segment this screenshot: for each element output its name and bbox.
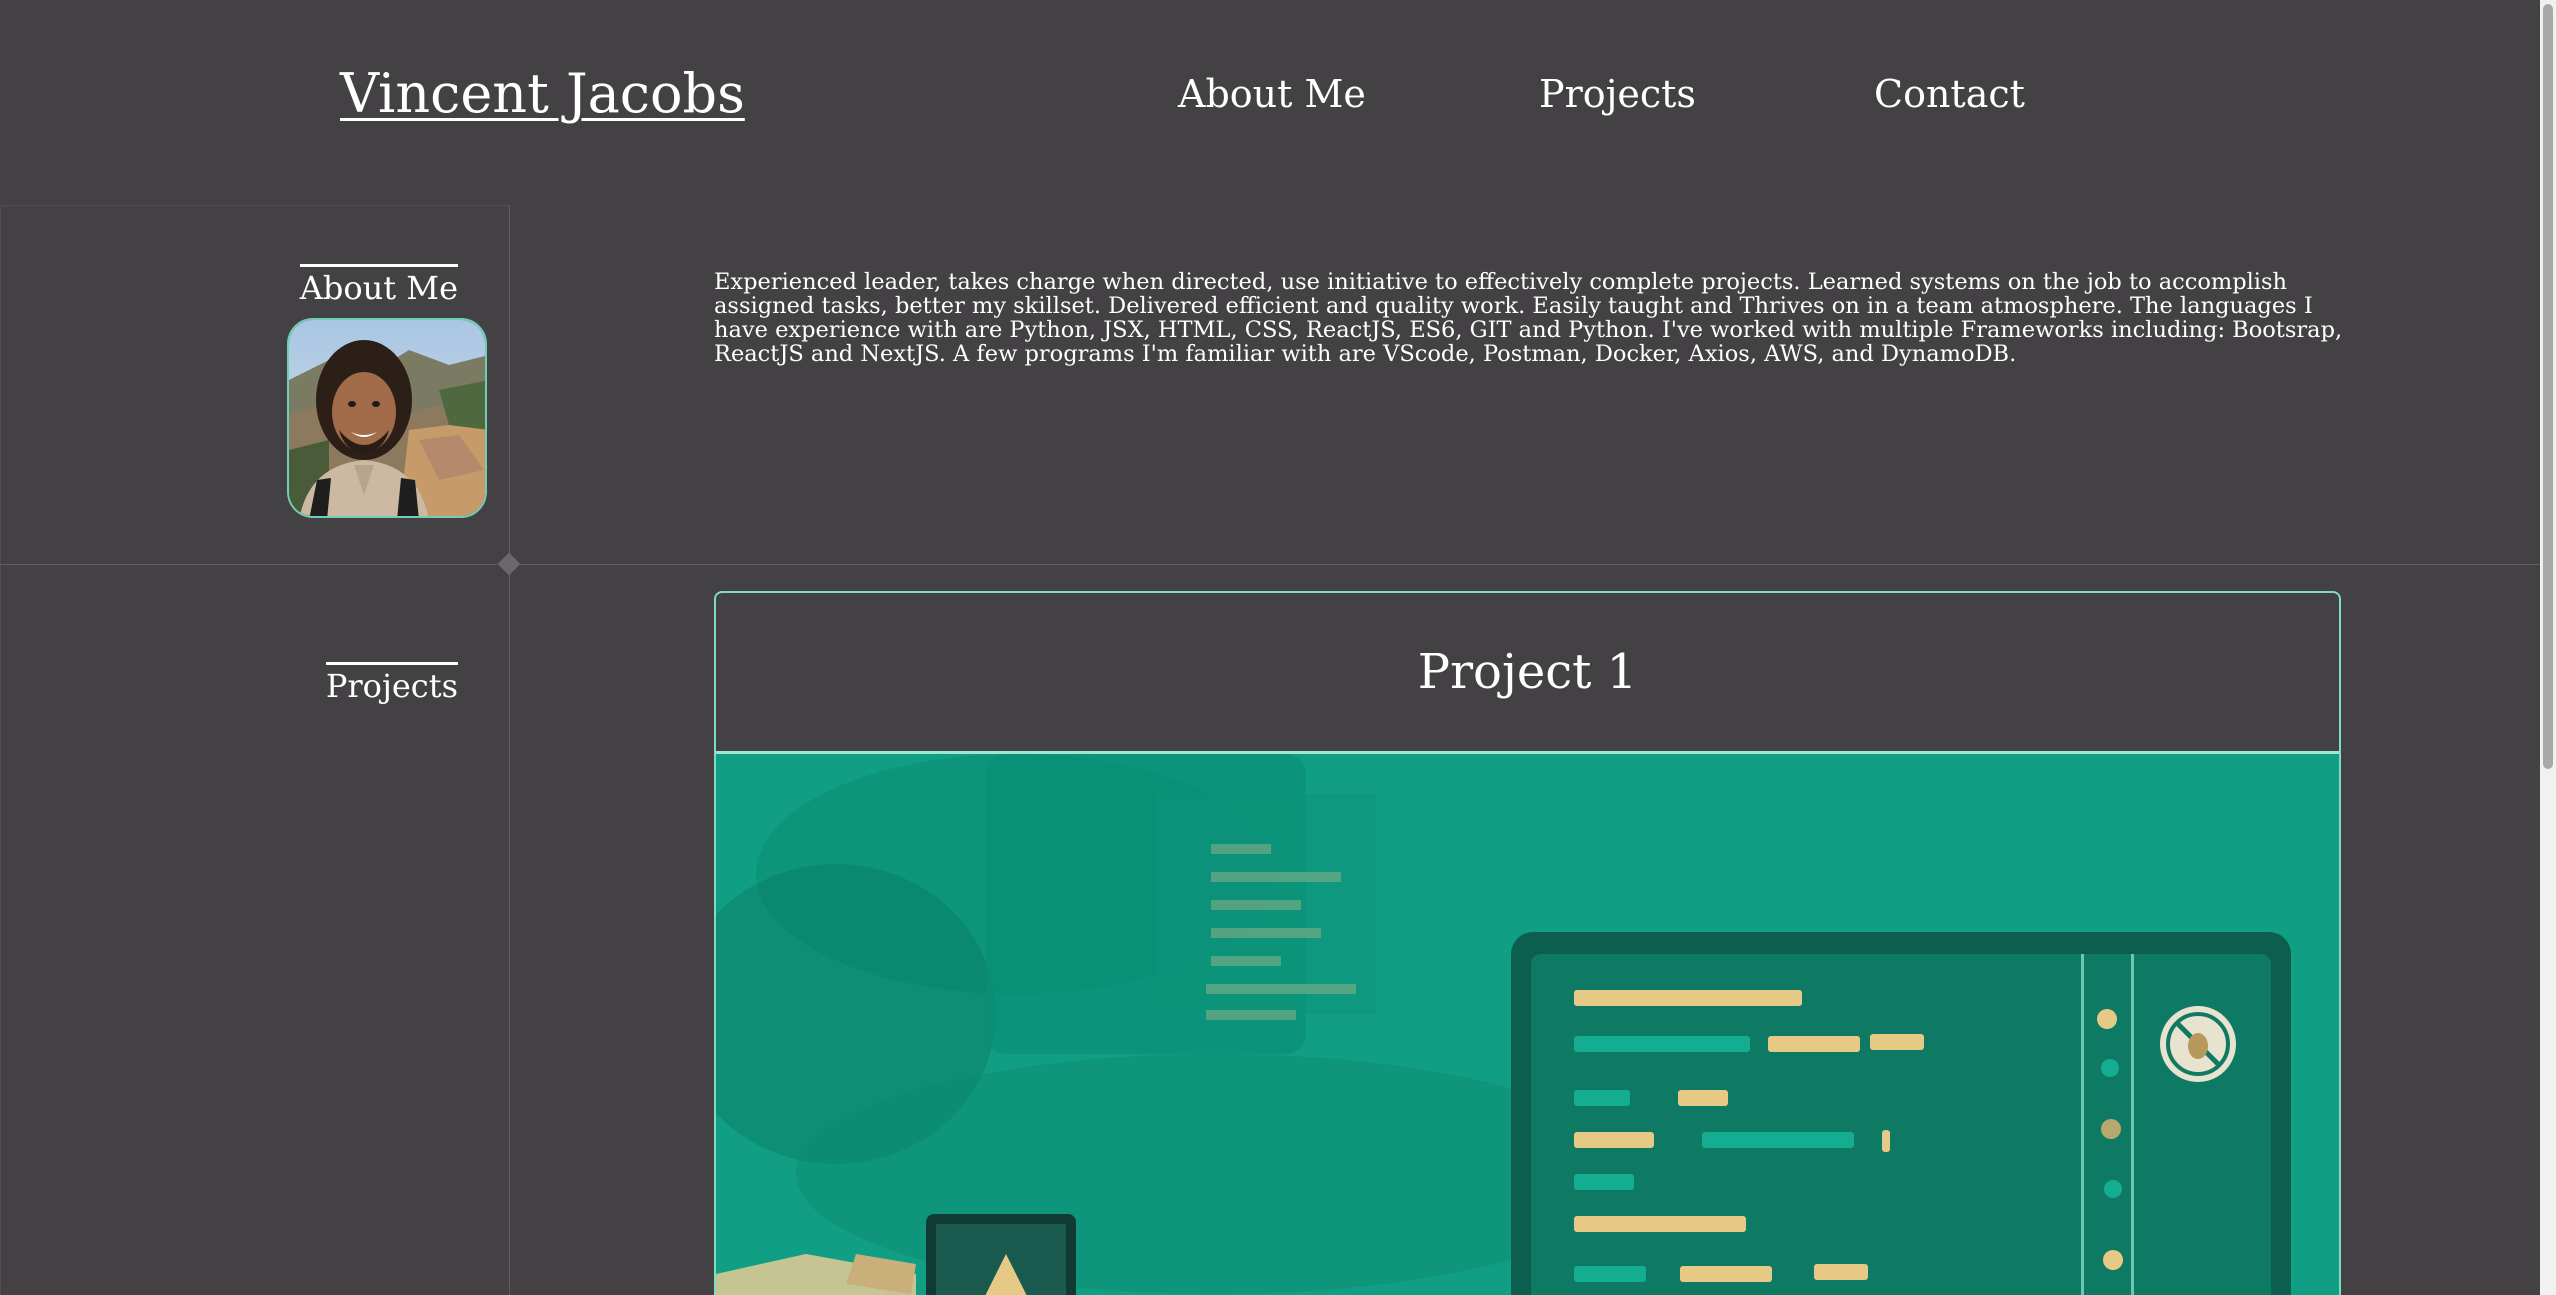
left-border: [0, 205, 1, 1295]
column-divider: [509, 205, 510, 1295]
site-title-link[interactable]: Vincent Jacobs: [340, 62, 745, 125]
projects-section-label: Projects: [325, 662, 458, 705]
section-divider: [0, 564, 2540, 565]
about-section-label: About Me: [299, 264, 458, 307]
divider-diamond: [497, 552, 521, 576]
about-description: Experienced leader, takes charge when di…: [714, 269, 2343, 367]
scrollbar-thumb[interactable]: [2543, 4, 2553, 769]
avatar-photo: [289, 320, 485, 516]
project-card[interactable]: Project 1: [714, 591, 2341, 1295]
project-title: Project 1: [1417, 644, 1638, 700]
project-card-header: Project 1: [716, 593, 2339, 754]
coding-illustration: [716, 754, 2339, 1295]
section-divider-top: [0, 205, 510, 206]
nav-projects[interactable]: Projects: [1539, 72, 1696, 116]
nav-about-me[interactable]: About Me: [1178, 72, 1366, 116]
avatar: [287, 318, 487, 518]
nav-contact[interactable]: Contact: [1874, 72, 2025, 116]
page: Vincent Jacobs About Me Projects Contact…: [0, 0, 2556, 1295]
project-image[interactable]: [716, 754, 2339, 1295]
scrollbar[interactable]: [2540, 0, 2556, 1295]
